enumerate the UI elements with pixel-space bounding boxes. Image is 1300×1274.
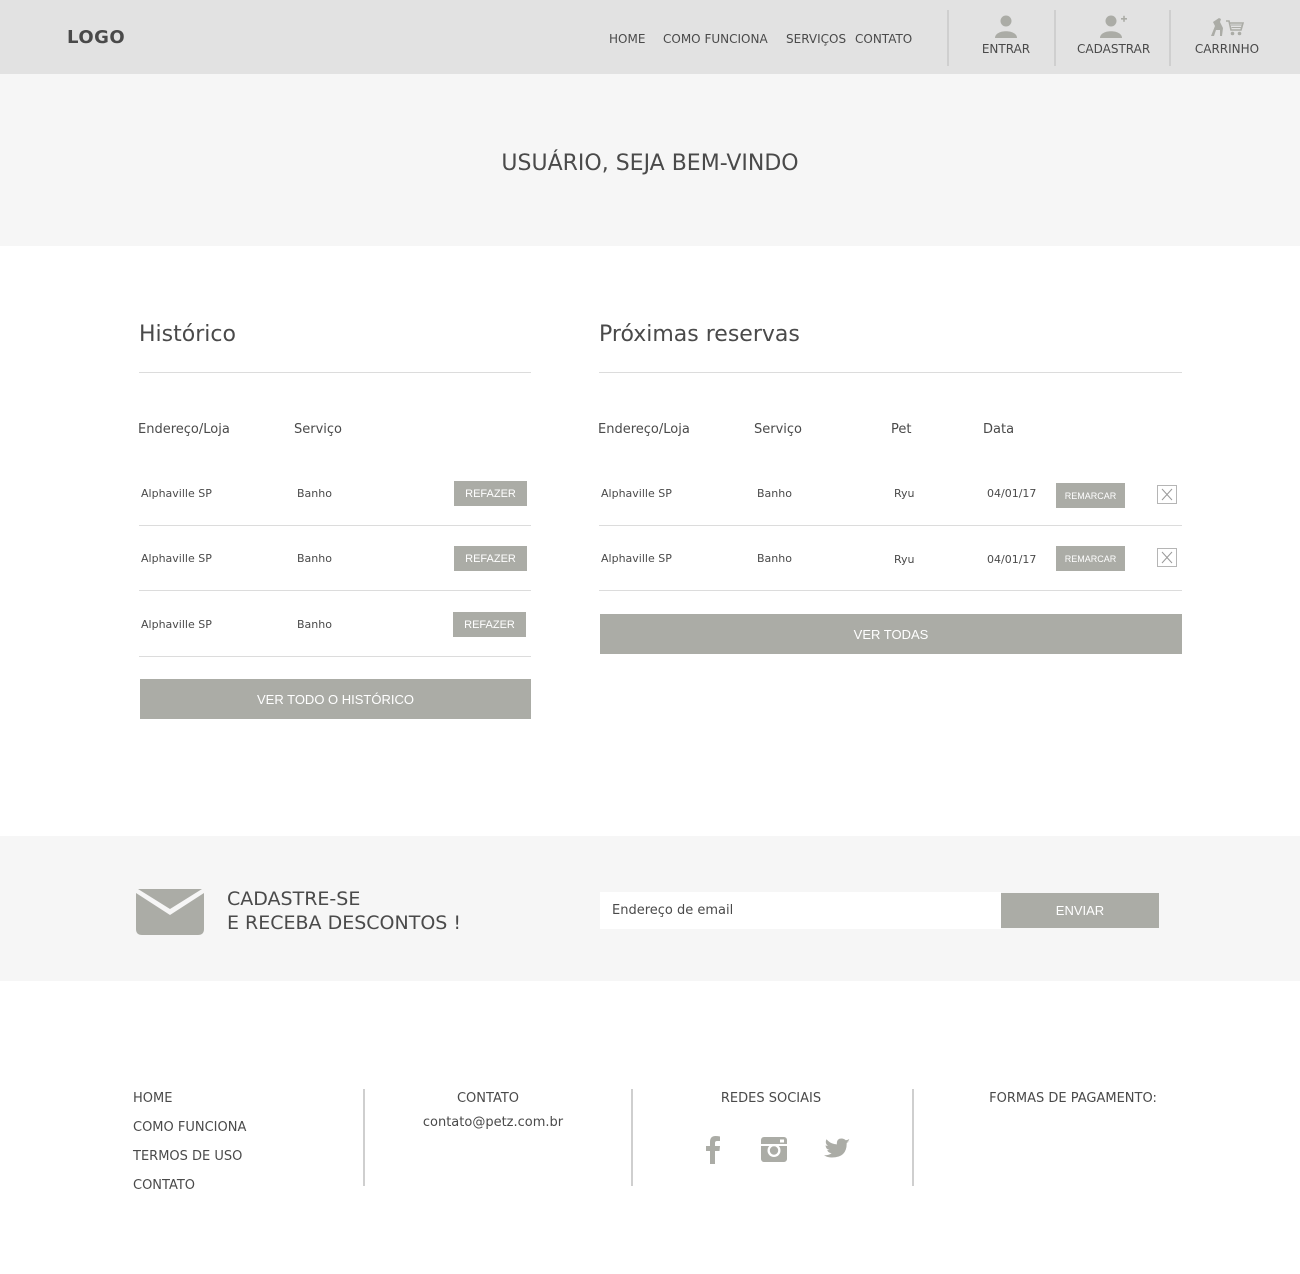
footer-link-como-funciona[interactable]: COMO FUNCIONA [133,1120,246,1135]
reschedule-button[interactable]: REMARCAR [1056,546,1125,571]
pet-cart-icon [1211,18,1245,36]
bookings-col-store: Endereço/Loja [598,422,690,437]
register-label: CADASTRAR [1077,42,1151,56]
login-label: ENTRAR [981,42,1031,56]
nav-como-funciona[interactable]: COMO FUNCIONA [663,32,768,46]
instagram-icon[interactable] [759,1134,789,1168]
booking-row-pet: Ryu [894,487,915,500]
history-col-service: Serviço [294,422,343,437]
row-divider [139,590,531,591]
newsletter-line-2: E RECEBA DESCONTOS ! [227,912,462,934]
booking-row-date: 04/01/17 [987,553,1037,566]
redo-button[interactable]: REFAZER [454,481,527,506]
login-button[interactable]: ENTRAR [975,14,1037,64]
nav-contato[interactable]: CONTATO [855,32,912,46]
view-all-history-button[interactable]: VER TODO O HISTÓRICO [140,679,531,719]
history-row-service: Banho [297,552,332,565]
footer-link-termos[interactable]: TERMOS DE USO [133,1149,242,1164]
welcome-title: USUÁRIO, SEJA BEM-VINDO [501,151,799,176]
history-title: Histórico [139,322,236,347]
reschedule-button[interactable]: REMARCAR [1056,483,1125,508]
booking-row-date: 04/01/17 [987,487,1037,500]
booking-row-store: Alphaville SP [601,552,672,565]
redo-button[interactable]: REFAZER [453,612,526,637]
footer-link-contato[interactable]: CONTATO [133,1178,195,1193]
history-row-store: Alphaville SP [141,552,212,565]
site-header: LOGO HOME COMO FUNCIONA SERVIÇOS CONTATO… [0,0,1300,74]
history-col-store: Endereço/Loja [138,422,230,437]
user-icon [995,15,1017,38]
newsletter-heading: CADASTRE-SE E RECEBA DESCONTOS ! [227,887,461,935]
booking-row-pet: Ryu [894,553,915,566]
header-divider [947,10,949,66]
register-button[interactable]: CADASTRAR [1077,14,1151,64]
booking-row-store: Alphaville SP [601,487,672,500]
row-divider [599,590,1182,591]
cancel-booking-button[interactable] [1157,485,1177,504]
row-divider [139,525,531,526]
logo[interactable]: LOGO [67,27,125,48]
twitter-icon[interactable] [822,1134,852,1166]
add-user-icon [1100,15,1127,38]
footer-link-home[interactable]: HOME [133,1091,172,1106]
history-row-service: Banho [297,618,332,631]
view-all-bookings-button[interactable]: VER TODAS [600,614,1182,654]
bookings-title-divider [599,372,1182,373]
footer-payment-title: FORMAS DE PAGAMENTO: [989,1091,1157,1106]
history-row-service: Banho [297,487,332,500]
row-divider [599,525,1182,526]
close-icon [1161,551,1173,564]
history-row-store: Alphaville SP [141,487,212,500]
nav-servicos[interactable]: SERVIÇOS [786,32,846,46]
bookings-col-service: Serviço [754,422,803,437]
history-title-divider [139,372,531,373]
close-icon [1161,488,1173,501]
row-divider [139,656,531,657]
header-divider [1169,10,1171,66]
bookings-col-date: Data [983,422,1015,437]
header-divider [1054,10,1056,66]
mail-icon [136,889,204,935]
welcome-banner: USUÁRIO, SEJA BEM-VINDO [0,74,1300,246]
facebook-icon[interactable] [702,1134,722,1168]
bookings-title: Próximas reservas [599,322,800,347]
footer-divider [631,1089,633,1186]
newsletter-line-1: CADASTRE-SE [227,888,361,910]
submit-email-button[interactable]: ENVIAR [1001,893,1159,928]
footer-divider [912,1089,914,1186]
footer-divider [363,1089,365,1186]
cart-label: CARRINHO [1194,42,1260,56]
bookings-col-pet: Pet [891,422,912,437]
footer-contact-title: CONTATO [456,1091,520,1106]
email-input[interactable] [600,892,1001,929]
nav-home[interactable]: HOME [609,32,645,46]
booking-row-service: Banho [757,552,792,565]
cart-button[interactable]: CARRINHO [1194,14,1260,64]
redo-button[interactable]: REFAZER [454,546,527,571]
booking-row-service: Banho [757,487,792,500]
history-row-store: Alphaville SP [141,618,212,631]
footer-social-title: REDES SOCIAIS [720,1091,822,1106]
newsletter-section: CADASTRE-SE E RECEBA DESCONTOS ! ENVIAR [0,836,1300,981]
cancel-booking-button[interactable] [1157,548,1177,567]
footer-contact-email[interactable]: contato@petz.com.br [412,1115,574,1130]
